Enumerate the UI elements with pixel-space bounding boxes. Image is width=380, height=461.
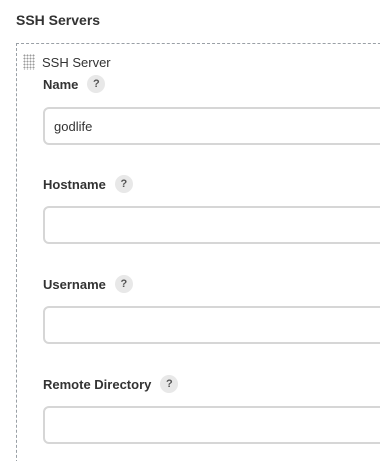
remote-directory-field: Remote Directory ? bbox=[43, 374, 179, 394]
username-help-icon[interactable]: ? bbox=[114, 275, 133, 293]
username-field: Username ? bbox=[43, 274, 133, 294]
name-help-icon[interactable]: ? bbox=[87, 75, 106, 93]
remote-directory-label: Remote Directory bbox=[43, 376, 152, 392]
hostname-help-icon[interactable]: ? bbox=[114, 175, 133, 193]
hostname-field: Hostname ? bbox=[43, 174, 133, 194]
hostname-input[interactable] bbox=[43, 206, 380, 244]
username-input[interactable] bbox=[43, 306, 380, 344]
name-input[interactable] bbox=[43, 107, 380, 145]
remote-directory-input[interactable] bbox=[43, 406, 380, 444]
name-field: Name ? bbox=[43, 74, 106, 94]
username-label: Username bbox=[43, 276, 106, 292]
ssh-server-entry: SSH Server Name ? Hostname ? Username ? bbox=[16, 43, 380, 461]
section-title: SSH Servers bbox=[16, 12, 101, 28]
name-label: Name bbox=[43, 76, 79, 92]
drag-handle-icon[interactable] bbox=[23, 54, 35, 70]
ssh-servers-panel: SSH Servers SSH Server Name ? Hostname ?… bbox=[0, 0, 380, 461]
hostname-label: Hostname bbox=[43, 176, 106, 192]
remote-directory-help-icon[interactable]: ? bbox=[160, 375, 179, 393]
ssh-server-label: SSH Server bbox=[42, 55, 111, 70]
